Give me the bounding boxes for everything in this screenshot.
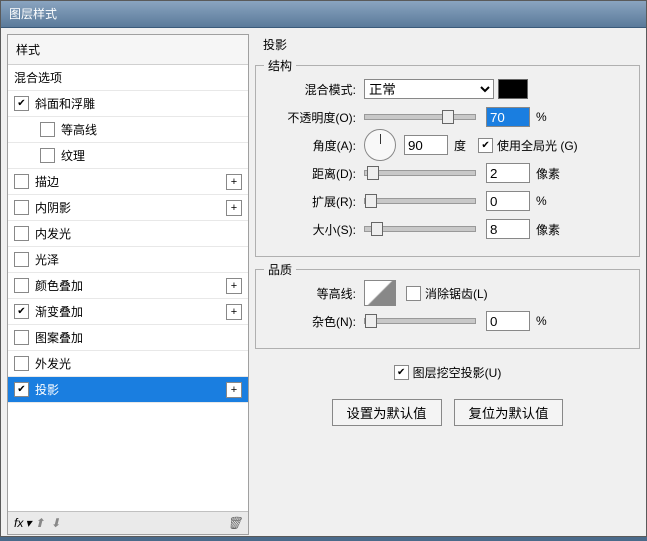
size-label: 大小(S): (266, 221, 356, 238)
window-title: 图层样式 (9, 7, 57, 21)
noise-slider[interactable] (364, 318, 476, 324)
effect-item[interactable]: 投影 + (8, 377, 248, 403)
effect-checkbox[interactable] (14, 174, 29, 189)
effect-checkbox[interactable] (14, 96, 29, 111)
effect-item[interactable]: 内阴影 + (8, 195, 248, 221)
blend-mode-select[interactable]: 正常 (364, 79, 494, 99)
list-footer: fx▾ ⬆ ⬇ 🗑 (8, 511, 248, 534)
effect-item[interactable]: 颜色叠加 + (8, 273, 248, 299)
trash-icon[interactable]: 🗑 (227, 516, 242, 530)
structure-group: 结构 混合模式: 正常 不透明度(O): % 角度(A): 度 (255, 65, 640, 257)
effect-checkbox[interactable] (14, 356, 29, 371)
effect-label: 图案叠加 (35, 329, 83, 346)
add-effect-icon[interactable]: + (226, 278, 242, 294)
effect-item[interactable]: 内发光 (8, 221, 248, 247)
effect-checkbox[interactable] (14, 278, 29, 293)
spread-label: 扩展(R): (266, 193, 356, 210)
shadow-color-swatch[interactable] (498, 79, 528, 99)
opacity-input[interactable] (486, 107, 530, 127)
effect-label: 内发光 (35, 225, 71, 242)
effect-checkbox[interactable] (14, 252, 29, 267)
size-slider[interactable] (364, 226, 476, 232)
effect-item[interactable]: 外发光 (8, 351, 248, 377)
move-up-icon[interactable]: ⬆ (34, 516, 44, 530)
effect-label: 斜面和浮雕 (35, 95, 95, 112)
effect-checkbox[interactable] (40, 122, 55, 137)
effect-item[interactable]: 纹理 (8, 143, 248, 169)
effect-label: 外发光 (35, 355, 71, 372)
make-default-button[interactable]: 设置为默认值 (332, 399, 442, 426)
contour-picker[interactable] (364, 280, 396, 306)
effect-item[interactable]: 光泽 (8, 247, 248, 273)
blending-options-header[interactable]: 混合选项 (8, 65, 248, 91)
reset-default-button[interactable]: 复位为默认值 (454, 399, 564, 426)
antialias-checkbox[interactable] (406, 286, 421, 301)
effect-checkbox[interactable] (14, 200, 29, 215)
effect-label: 光泽 (35, 251, 59, 268)
antialias-label: 消除锯齿(L) (425, 285, 488, 302)
fx-menu[interactable]: fx (14, 516, 23, 530)
effect-checkbox[interactable] (14, 304, 29, 319)
effect-item[interactable]: 图案叠加 (8, 325, 248, 351)
panel-title: 投影 (255, 34, 640, 53)
opacity-label: 不透明度(O): (266, 109, 356, 126)
quality-group: 品质 等高线: 消除锯齿(L) 杂色(N): % (255, 269, 640, 349)
size-input[interactable] (486, 219, 530, 239)
effect-label: 投影 (35, 381, 59, 398)
global-light-checkbox[interactable] (478, 138, 493, 153)
angle-dial[interactable] (364, 129, 396, 161)
effect-item[interactable]: 斜面和浮雕 (8, 91, 248, 117)
knockout-checkbox[interactable] (394, 365, 409, 380)
effect-checkbox[interactable] (14, 382, 29, 397)
move-down-icon[interactable]: ⬇ (50, 516, 60, 530)
add-effect-icon[interactable]: + (226, 174, 242, 190)
effect-label: 颜色叠加 (35, 277, 83, 294)
angle-input[interactable] (404, 135, 448, 155)
styles-header[interactable]: 样式 (8, 35, 248, 65)
angle-label: 角度(A): (266, 137, 356, 154)
noise-label: 杂色(N): (266, 313, 356, 330)
effect-label: 等高线 (61, 121, 97, 138)
effect-label: 纹理 (61, 147, 85, 164)
effect-checkbox[interactable] (14, 330, 29, 345)
add-effect-icon[interactable]: + (226, 382, 242, 398)
contour-label: 等高线: (266, 285, 356, 302)
quality-legend: 品质 (264, 261, 296, 278)
effect-checkbox[interactable] (40, 148, 55, 163)
distance-label: 距离(D): (266, 165, 356, 182)
titlebar[interactable]: 图层样式 (1, 1, 646, 28)
layer-style-dialog: 图层样式 样式 混合选项 斜面和浮雕等高线纹理描边 + 内阴影 + 内发光光泽颜色叠加 +… (0, 0, 647, 537)
effect-item[interactable]: 渐变叠加 + (8, 299, 248, 325)
spread-slider[interactable] (364, 198, 476, 204)
noise-input[interactable] (486, 311, 530, 331)
opacity-slider[interactable] (364, 114, 476, 120)
structure-legend: 结构 (264, 57, 296, 74)
settings-panel: 投影 结构 混合模式: 正常 不透明度(O): % 角度(A): (255, 34, 640, 535)
add-effect-icon[interactable]: + (226, 200, 242, 216)
distance-slider[interactable] (364, 170, 476, 176)
knockout-label: 图层挖空投影(U) (413, 364, 502, 381)
spread-input[interactable] (486, 191, 530, 211)
effect-item[interactable]: 描边 + (8, 169, 248, 195)
effect-checkbox[interactable] (14, 226, 29, 241)
distance-input[interactable] (486, 163, 530, 183)
effect-label: 描边 (35, 173, 59, 190)
effect-label: 内阴影 (35, 199, 71, 216)
effect-item[interactable]: 等高线 (8, 117, 248, 143)
effect-label: 渐变叠加 (35, 303, 83, 320)
global-light-label: 使用全局光 (G) (497, 137, 578, 154)
add-effect-icon[interactable]: + (226, 304, 242, 320)
blend-mode-label: 混合模式: (266, 81, 356, 98)
effects-list: 样式 混合选项 斜面和浮雕等高线纹理描边 + 内阴影 + 内发光光泽颜色叠加 + 渐变叠加 +… (7, 34, 249, 535)
